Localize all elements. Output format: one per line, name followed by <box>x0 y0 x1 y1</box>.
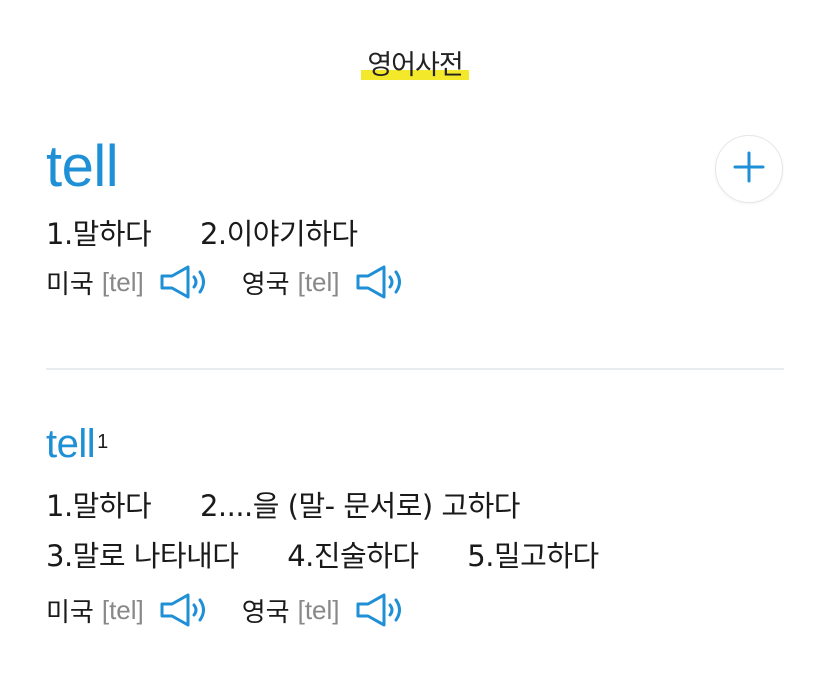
dictionary-entry-main: tell 1.말하다 2.이야기하다 미국 [tel] 영국 [tel] <box>46 134 786 304</box>
meaning-item: 2.이야기하다 <box>199 217 358 251</box>
dictionary-entry-detail: tell 1 1.말하다 2....을 (말- 문서로) 고하다 3.말로 나타내… <box>46 420 786 632</box>
meanings-line: 1.말하다 2....을 (말- 문서로) 고하다 <box>46 486 786 526</box>
headword[interactable]: tell 1 <box>46 420 786 468</box>
meanings-line: 3.말로 나타내다 4.진술하다 5.밀고하다 <box>46 536 786 576</box>
pron-ipa-uk: [tel] <box>297 266 340 297</box>
meaning-item: 1.말하다 <box>46 489 152 523</box>
pronunciation-row: 미국 [tel] 영국 [tel] <box>46 588 786 632</box>
section-divider <box>46 368 784 370</box>
homograph-number: 1 <box>97 431 108 453</box>
meaning-item: 3.말로 나타내다 <box>46 539 239 573</box>
pron-ipa-us: [tel] <box>101 594 144 625</box>
meaning-item: 1.말하다 <box>46 217 152 251</box>
headword[interactable]: tell <box>46 134 786 200</box>
pron-ipa-us: [tel] <box>101 266 144 297</box>
meanings-list: 1.말하다 2.이야기하다 <box>46 214 786 254</box>
pron-region-us: 미국 <box>46 597 94 628</box>
pronunciation-row: 미국 [tel] 영국 [tel] <box>46 260 786 304</box>
pron-region-us: 미국 <box>46 269 94 300</box>
meaning-item: 4.진술하다 <box>287 539 419 573</box>
speaker-icon[interactable] <box>158 592 212 628</box>
speaker-icon[interactable] <box>354 264 408 300</box>
pron-region-uk: 영국 <box>241 269 290 300</box>
plus-icon <box>732 150 766 188</box>
pron-region-uk: 영국 <box>241 597 290 628</box>
meaning-item: 5.밀고하다 <box>467 539 599 573</box>
dictionary-header: 영어사전 <box>0 48 830 84</box>
pron-ipa-uk: [tel] <box>297 594 340 625</box>
add-word-button[interactable] <box>715 135 783 203</box>
speaker-icon[interactable] <box>354 592 408 628</box>
speaker-icon[interactable] <box>158 264 212 300</box>
meaning-item: 2....을 (말- 문서로) 고하다 <box>199 489 521 523</box>
headword-text: tell <box>46 422 96 466</box>
meanings-list: 1.말하다 2....을 (말- 문서로) 고하다 3.말로 나타내다 4.진술… <box>46 486 786 576</box>
page-title: 영어사전 <box>361 48 469 84</box>
